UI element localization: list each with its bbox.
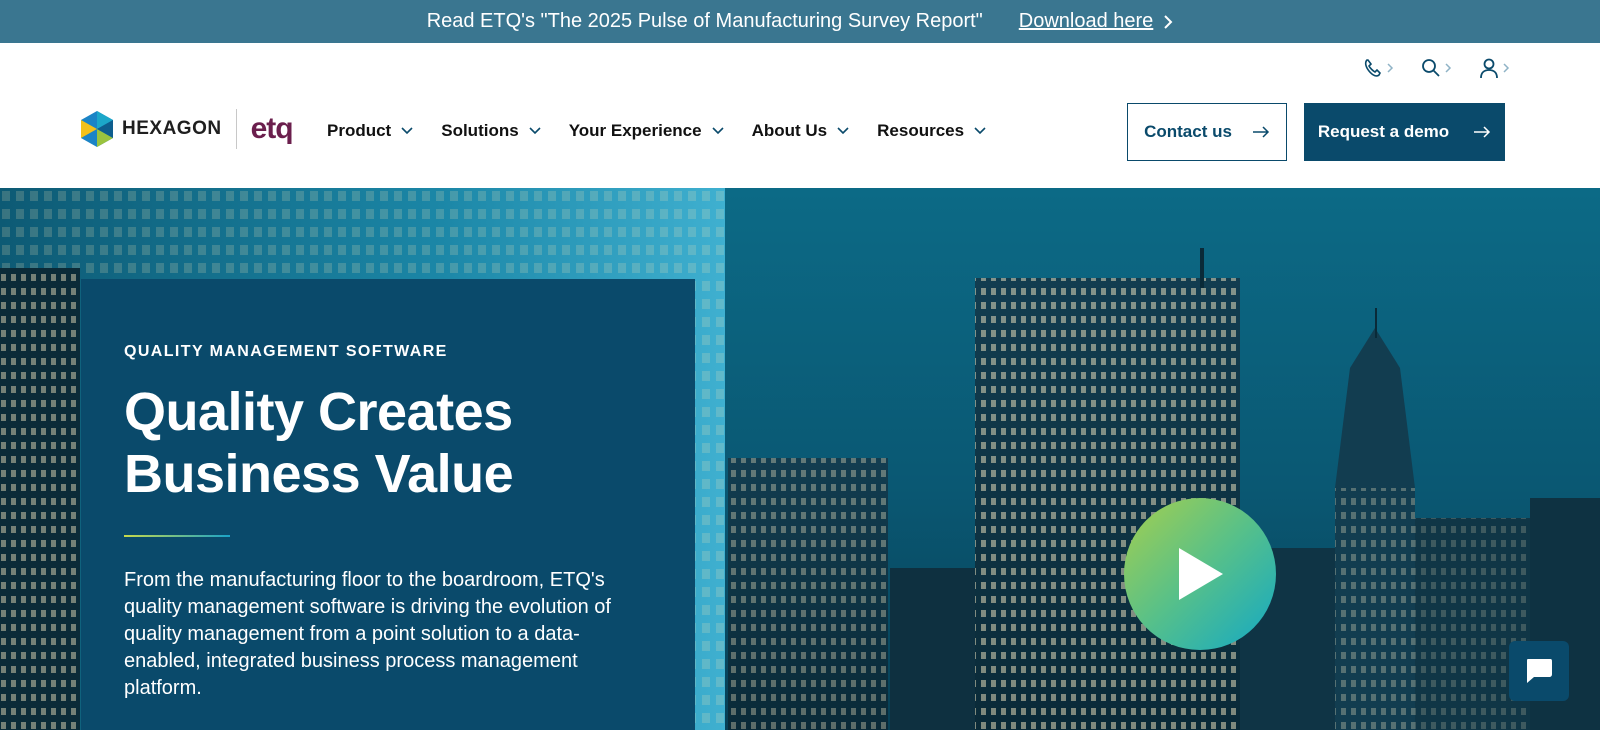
arrow-right-icon — [1474, 126, 1491, 138]
gradient-divider — [124, 535, 230, 537]
play-icon — [1179, 548, 1223, 600]
nav-item-solutions[interactable]: Solutions — [441, 121, 541, 141]
chat-bubble-icon — [1527, 659, 1552, 683]
hero-title: Quality Creates Business Value — [124, 381, 653, 505]
chat-widget-button[interactable] — [1509, 641, 1569, 701]
hero-title-line-1: Quality Creates — [124, 382, 513, 442]
utility-nav — [1362, 57, 1510, 79]
nav-item-resources[interactable]: Resources — [877, 121, 986, 141]
hero-card: QUALITY MANAGEMENT SOFTWARE Quality Crea… — [81, 279, 695, 730]
account-button[interactable] — [1478, 57, 1510, 79]
search-icon — [1422, 59, 1440, 77]
play-video-button[interactable] — [1124, 498, 1276, 650]
logo-divider — [235, 109, 237, 149]
chevron-right-icon — [1164, 14, 1173, 29]
announcement-bar: Read ETQ's "The 2025 Pulse of Manufactur… — [0, 0, 1600, 43]
nav-item-product[interactable]: Product — [327, 121, 413, 141]
user-icon — [1480, 58, 1498, 79]
nav-item-label: Your Experience — [568, 121, 702, 140]
phone-icon — [1364, 59, 1381, 77]
download-link[interactable]: Download here — [1019, 10, 1174, 33]
chevron-down-icon — [529, 127, 541, 135]
download-link-label: Download here — [1018, 10, 1154, 32]
site-header: HEXAGON etq Product Solutions Your Exper… — [0, 43, 1600, 188]
nav-item-your-experience[interactable]: Your Experience — [569, 121, 724, 141]
hexagon-logo-icon — [81, 111, 113, 147]
chevron-right-icon — [1503, 63, 1510, 73]
hero-body-text: From the manufacturing floor to the boar… — [124, 569, 611, 699]
hero-section: QUALITY MANAGEMENT SOFTWARE Quality Crea… — [0, 188, 1600, 730]
hero-title-line-2: Business Value — [124, 444, 514, 504]
request-demo-button[interactable]: Request a demo — [1304, 103, 1505, 161]
arrow-right-icon — [1252, 126, 1269, 138]
contact-us-label: Contact us — [1144, 122, 1232, 141]
chevron-down-icon — [712, 127, 724, 135]
phone-button[interactable] — [1362, 57, 1394, 79]
nav-item-about-us[interactable]: About Us — [752, 121, 850, 141]
etq-wordmark: etq — [250, 112, 294, 145]
nav-item-label: Product — [327, 121, 392, 140]
chevron-down-icon — [837, 127, 849, 135]
announcement-message: Read ETQ's "The 2025 Pulse of Manufactur… — [426, 10, 983, 32]
main-nav: Product Solutions Your Experience About … — [327, 121, 986, 141]
hero-eyebrow: QUALITY MANAGEMENT SOFTWARE — [124, 343, 448, 360]
site-logo[interactable]: HEXAGON etq — [80, 109, 294, 149]
search-button[interactable] — [1420, 57, 1452, 79]
request-demo-label: Request a demo — [1317, 122, 1450, 141]
chevron-down-icon — [401, 127, 413, 135]
nav-item-label: About Us — [751, 121, 828, 140]
chevron-right-icon — [1445, 63, 1452, 73]
chevron-down-icon — [974, 127, 986, 135]
hexagon-wordmark: HEXAGON — [122, 118, 222, 139]
chevron-right-icon — [1387, 63, 1394, 73]
nav-item-label: Resources — [877, 121, 965, 140]
nav-item-label: Solutions — [441, 121, 519, 140]
contact-us-button[interactable]: Contact us — [1127, 103, 1287, 161]
